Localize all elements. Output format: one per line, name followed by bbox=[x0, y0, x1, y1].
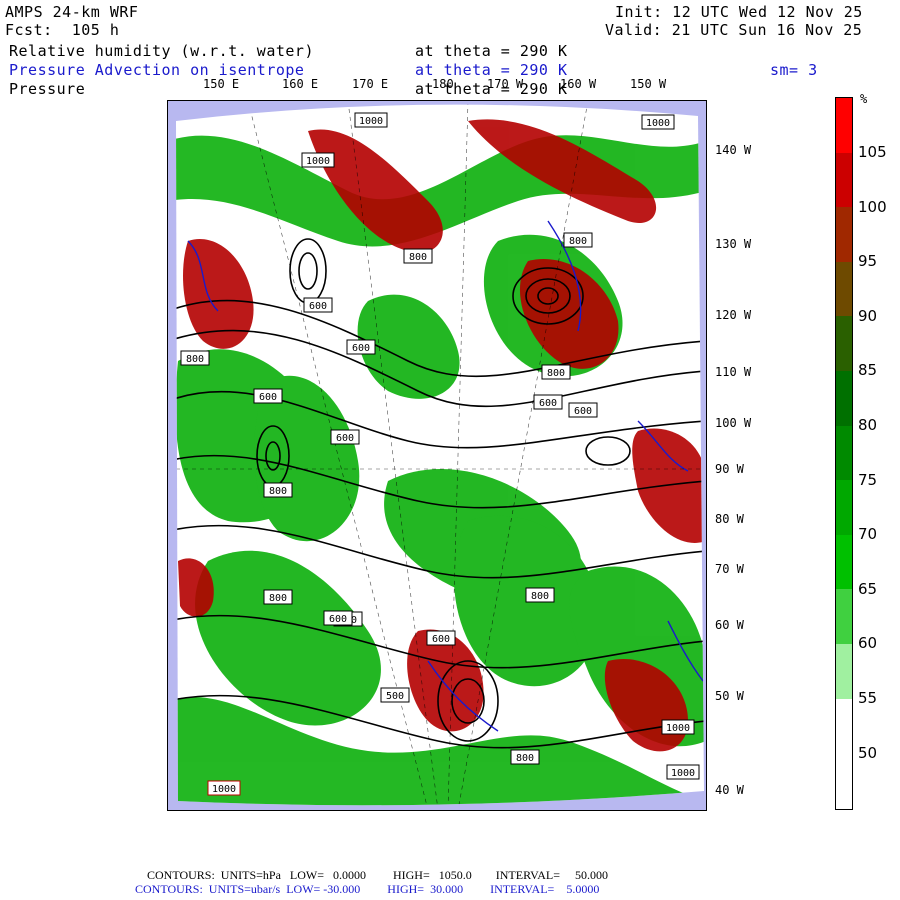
colorbar-tick-label: 85 bbox=[858, 361, 878, 380]
pressure-label: 600 bbox=[309, 301, 327, 312]
lat-label: 130 W bbox=[715, 237, 752, 251]
colorbar-tick-label: 60 bbox=[858, 634, 878, 653]
pressure-label: 600 bbox=[352, 343, 370, 354]
colorbar-tick-label: 100 bbox=[858, 197, 887, 216]
lon-label: 160 E bbox=[282, 77, 319, 91]
lat-label: 80 W bbox=[715, 512, 744, 526]
colorbar-segment bbox=[836, 207, 852, 262]
colorbar-tick-label: 65 bbox=[858, 579, 878, 598]
pressure-label: 600 bbox=[539, 398, 557, 409]
pressure-label: 1000 bbox=[666, 723, 690, 734]
colorbar-tick-label: 70 bbox=[858, 525, 878, 544]
model-title: AMPS 24-km WRF bbox=[5, 3, 139, 21]
colorbar-segment bbox=[836, 589, 852, 644]
lat-label: 60 W bbox=[715, 618, 744, 632]
pressure-label: 1000 bbox=[671, 768, 695, 779]
pressure-label: 600 bbox=[329, 614, 347, 625]
colorbar-segment bbox=[836, 534, 852, 590]
colorbar-tick-label: 90 bbox=[858, 306, 878, 325]
valid-time: Valid: 21 UTC Sun 16 Nov 25 bbox=[605, 21, 863, 39]
colorbar-tick-label: 105 bbox=[858, 143, 887, 161]
field-advection-name: Pressure Advection on isentrope bbox=[9, 61, 305, 79]
pressure-label: 1000 bbox=[359, 116, 383, 127]
pressure-label: 800 bbox=[569, 236, 587, 247]
pressure-label: 1000 bbox=[306, 156, 330, 167]
field-pressure-name: Pressure bbox=[9, 80, 86, 98]
pressure-label: 600 bbox=[336, 433, 354, 444]
colorbar-segment bbox=[836, 753, 852, 808]
lon-label: 160 W bbox=[560, 77, 597, 91]
colorbar-unit: % bbox=[860, 92, 868, 106]
colorbar-tick-label: 80 bbox=[858, 416, 878, 434]
smoothing-label: sm= 3 bbox=[770, 61, 818, 79]
lat-label: 100 W bbox=[715, 416, 752, 430]
init-time: Init: 12 UTC Wed 12 Nov 25 bbox=[615, 3, 863, 21]
pressure-label: 800 bbox=[186, 354, 204, 365]
field-rh-name: Relative humidity (w.r.t. water) bbox=[9, 42, 314, 60]
map-canvas: 1000 1000 1000 800 800 800 600 600 600 6… bbox=[168, 101, 706, 810]
colorbar-tick-label: 95 bbox=[858, 252, 878, 271]
lat-label: 120 W bbox=[715, 308, 752, 322]
colorbar-segment bbox=[836, 643, 852, 699]
lon-label: 170 W bbox=[487, 77, 524, 91]
colorbar-segment bbox=[836, 261, 852, 317]
footer-pressure-contours: CONTOURS: UNITS=hPa LOW= 0.0000 HIGH= 10… bbox=[147, 868, 608, 882]
colorbar-segment bbox=[836, 370, 852, 426]
lat-label: 90 W bbox=[715, 462, 744, 476]
colorbar-segment bbox=[836, 316, 852, 371]
field-rh-level: at theta = 290 K bbox=[415, 42, 568, 60]
colorbar-segment bbox=[836, 152, 852, 208]
lat-label: 140 W bbox=[715, 143, 752, 157]
colorbar-segment bbox=[836, 98, 852, 153]
forecast-hour: Fcst: 105 h bbox=[5, 21, 120, 39]
lat-label: 50 W bbox=[715, 689, 744, 703]
pressure-label: 800 bbox=[409, 252, 427, 263]
colorbar-tick-label: 75 bbox=[858, 470, 878, 489]
pressure-label: 600 bbox=[259, 392, 277, 403]
pressure-label: 1000 bbox=[212, 784, 236, 795]
pressure-label: 800 bbox=[531, 591, 549, 602]
footer-advection-contours: CONTOURS: UNITS=ubar/s LOW= -30.000 HIGH… bbox=[135, 882, 600, 896]
lon-label: 180 bbox=[432, 77, 454, 91]
pressure-label: 800 bbox=[516, 753, 534, 764]
pressure-label: 800 bbox=[269, 593, 287, 604]
colorbar-segment bbox=[836, 698, 852, 754]
pressure-label: 1000 bbox=[646, 118, 670, 129]
lon-label: 170 E bbox=[352, 77, 389, 91]
pressure-label: 800 bbox=[547, 368, 565, 379]
colorbar-segment bbox=[836, 425, 852, 481]
pressure-label: 500 bbox=[386, 691, 404, 702]
pressure-label: 600 bbox=[432, 634, 450, 645]
lat-label: 110 W bbox=[715, 365, 752, 379]
colorbar-tick-label: 55 bbox=[858, 689, 878, 707]
map-panel: 1000 1000 1000 800 800 800 600 600 600 6… bbox=[167, 100, 707, 811]
pressure-label: 600 bbox=[574, 406, 592, 417]
lat-label: 70 W bbox=[715, 562, 744, 576]
colorbar bbox=[835, 97, 853, 810]
colorbar-tick-label: 50 bbox=[858, 743, 878, 762]
lat-label: 40 W bbox=[715, 783, 744, 797]
lon-label: 150 W bbox=[630, 77, 667, 91]
lon-label: 150 E bbox=[203, 77, 240, 91]
colorbar-segment bbox=[836, 480, 852, 535]
pressure-label: 800 bbox=[269, 486, 287, 497]
